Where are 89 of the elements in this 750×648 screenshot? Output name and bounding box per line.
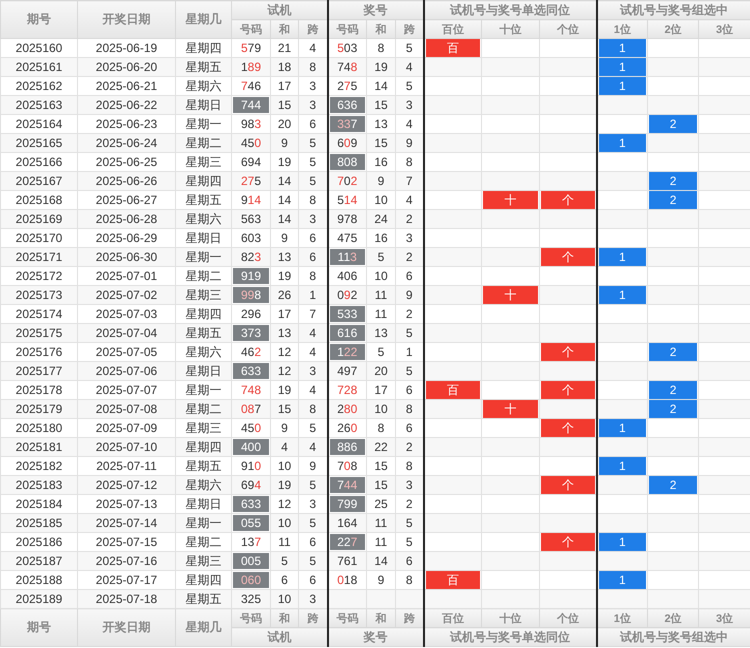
column-header: 1位 xyxy=(596,608,648,628)
column-group-header: 奖号 xyxy=(328,628,424,646)
group-match-tag: 2 xyxy=(649,381,698,399)
column-header: 号码 xyxy=(232,608,270,628)
column-header: 十位 xyxy=(482,20,540,38)
number-cell: 060 xyxy=(232,570,270,590)
number-cell: 633 xyxy=(232,494,270,514)
column-group-header: 奖号 xyxy=(328,0,424,20)
column-group-header: 试机号与奖号组选中 xyxy=(596,0,750,20)
column-header: 3位 xyxy=(698,20,750,38)
group-match-tag: 1 xyxy=(598,457,646,475)
column-header: 和 xyxy=(366,608,396,628)
group-match-tag: 2 xyxy=(649,476,698,494)
group-match-tag: 1 xyxy=(598,286,646,304)
group-match-tag: 1 xyxy=(598,134,646,152)
number-cell: 227 xyxy=(328,532,366,552)
position-match-tag: 百 xyxy=(426,39,480,57)
position-match-tag: 个 xyxy=(541,419,595,437)
position-match-tag: 百 xyxy=(426,571,480,589)
number-cell: 633 xyxy=(232,362,270,380)
group-match-tag: 2 xyxy=(649,191,698,209)
column-header: 3位 xyxy=(698,608,750,628)
number-cell: 744 xyxy=(328,476,366,494)
column-header: 星期几 xyxy=(176,608,232,646)
position-match-tag: 个 xyxy=(541,191,595,209)
group-match-tag: 1 xyxy=(598,419,646,437)
column-header: 和 xyxy=(270,608,298,628)
position-match-tag: 个 xyxy=(541,343,595,361)
number-cell: 799 xyxy=(328,494,366,514)
column-header: 跨 xyxy=(396,20,424,38)
column-header: 号码 xyxy=(328,20,366,38)
number-cell: 373 xyxy=(232,324,270,342)
column-header: 个位 xyxy=(540,20,597,38)
number-cell: 005 xyxy=(232,552,270,570)
column-group-header: 试机 xyxy=(232,628,328,646)
group-match-tag: 2 xyxy=(649,343,698,361)
column-header: 星期几 xyxy=(176,0,232,38)
position-match-tag: 个 xyxy=(541,381,595,399)
column-header: 1位 xyxy=(596,20,648,38)
position-match-tag: 百 xyxy=(426,381,480,399)
group-match-tag: 2 xyxy=(649,115,698,133)
number-cell: 808 xyxy=(328,152,366,172)
position-match-tag: 十 xyxy=(483,191,538,209)
column-header: 和 xyxy=(366,20,396,38)
group-match-tag: 1 xyxy=(598,248,646,266)
position-match-tag: 个 xyxy=(541,476,595,494)
number-cell: 533 xyxy=(328,304,366,324)
number-cell: 616 xyxy=(328,324,366,342)
column-group-header: 试机号与奖号单选同位 xyxy=(424,628,597,646)
number-cell: 055 xyxy=(232,514,270,532)
column-header: 号码 xyxy=(232,20,270,38)
position-match-tag: 个 xyxy=(541,248,595,266)
group-match-tag: 1 xyxy=(598,39,646,57)
position-match-tag: 个 xyxy=(541,533,595,551)
column-header: 百位 xyxy=(424,20,482,38)
group-match-tag: 1 xyxy=(598,58,646,76)
column-header: 跨 xyxy=(298,20,328,38)
column-header: 跨 xyxy=(396,608,424,628)
column-header: 期号 xyxy=(0,608,78,646)
column-group-header: 试机 xyxy=(232,0,328,20)
number-cell: 337 xyxy=(328,114,366,134)
column-header: 十位 xyxy=(482,608,540,628)
column-header: 号码 xyxy=(328,608,366,628)
column-header: 2位 xyxy=(648,608,699,628)
number-cell: 919 xyxy=(232,266,270,286)
column-group-header: 试机号与奖号组选中 xyxy=(596,628,750,646)
column-header: 跨 xyxy=(298,608,328,628)
column-header: 和 xyxy=(270,20,298,38)
number-cell: 113 xyxy=(328,248,366,266)
number-cell: 636 xyxy=(328,96,366,114)
number-cell: 998 xyxy=(232,286,270,304)
group-match-tag: 1 xyxy=(598,571,646,589)
column-header: 期号 xyxy=(0,0,78,38)
column-header: 2位 xyxy=(648,20,699,38)
group-match-tag: 1 xyxy=(598,77,646,95)
group-match-tag: 2 xyxy=(649,172,698,190)
number-cell: 886 xyxy=(328,438,366,456)
number-cell: 400 xyxy=(232,438,270,456)
group-match-tag: 1 xyxy=(598,533,646,551)
number-cell: 122 xyxy=(328,342,366,362)
column-header: 个位 xyxy=(540,608,597,628)
column-header: 开奖日期 xyxy=(78,0,176,38)
position-match-tag: 十 xyxy=(483,286,538,304)
number-cell: 744 xyxy=(232,96,270,114)
position-match-tag: 十 xyxy=(483,400,538,418)
column-header: 开奖日期 xyxy=(78,608,176,646)
group-match-tag: 2 xyxy=(649,400,698,418)
column-group-header: 试机号与奖号单选同位 xyxy=(424,0,597,20)
column-header: 百位 xyxy=(424,608,482,628)
